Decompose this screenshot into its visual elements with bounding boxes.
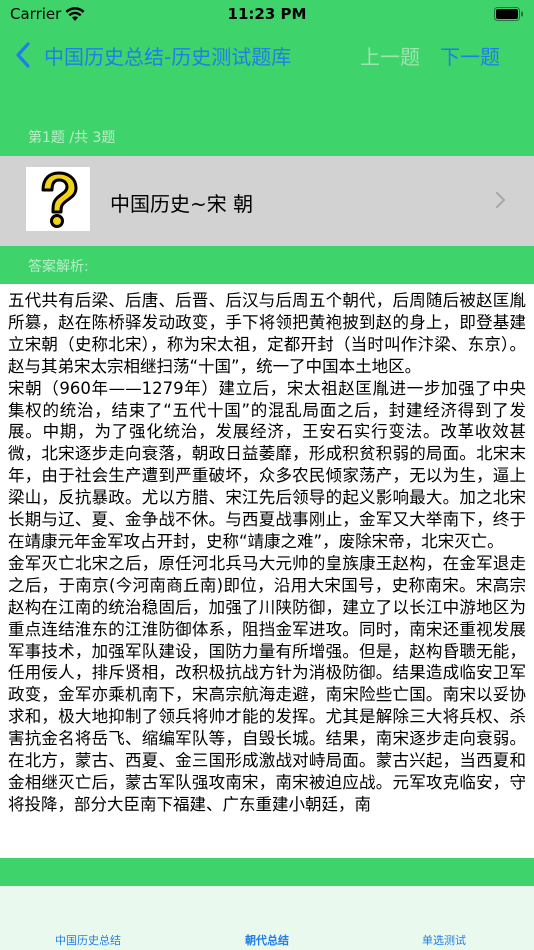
previous-question-button[interactable]: 上一题: [360, 41, 420, 70]
tab-dynasty-summary[interactable]: 朝代总结: [202, 932, 332, 948]
battery-icon: [494, 7, 523, 21]
question-row[interactable]: 中国历史~宋 朝: [0, 156, 534, 246]
question-counter: 第1题 /共 3题: [28, 130, 116, 146]
answer-paragraph: 宋朝（960年——1279年）建立后，宋太祖赵匡胤进一步加强了中央集权的统治，结…: [8, 378, 526, 551]
tab-history-summary[interactable]: 中国历史总结: [23, 932, 153, 948]
bottom-green-band: [0, 858, 534, 886]
header-spacer: [0, 84, 534, 114]
status-bar: Carrier 11:23 PM: [0, 0, 534, 30]
chevron-right-icon: [496, 192, 505, 208]
question-mark-icon: [26, 167, 90, 231]
next-question-button[interactable]: 下一题: [440, 41, 500, 70]
answer-label-row: 答案解析:: [0, 246, 534, 284]
status-time: 11:23 PM: [227, 5, 307, 23]
answer-text: 五代共有后梁、后唐、后晋、后汉与后周五个朝代，后周随后被赵匡胤所篡，赵在陈桥驿发…: [8, 290, 526, 858]
question-title: 中国历史~宋 朝: [110, 192, 254, 216]
nav-title[interactable]: 中国历史总结-历史测试题库: [44, 41, 291, 70]
tab-single-choice-test[interactable]: 单选测试: [379, 932, 509, 948]
answer-paragraph: 金军灭亡北宋之后，原任河北兵马大元帅的皇族康王赵构，在金军退走之后，于南京(今河…: [8, 553, 526, 814]
question-counter-row: 第1题 /共 3题: [0, 114, 534, 156]
chevron-left-icon[interactable]: [14, 40, 34, 70]
navigation-bar: 中国历史总结-历史测试题库 上一题 下一题: [0, 30, 534, 84]
answer-paragraph: 五代共有后梁、后唐、后晋、后汉与后周五个朝代，后周随后被赵匡胤所篡，赵在陈桥驿发…: [8, 291, 526, 376]
answer-label: 答案解析:: [28, 259, 89, 275]
